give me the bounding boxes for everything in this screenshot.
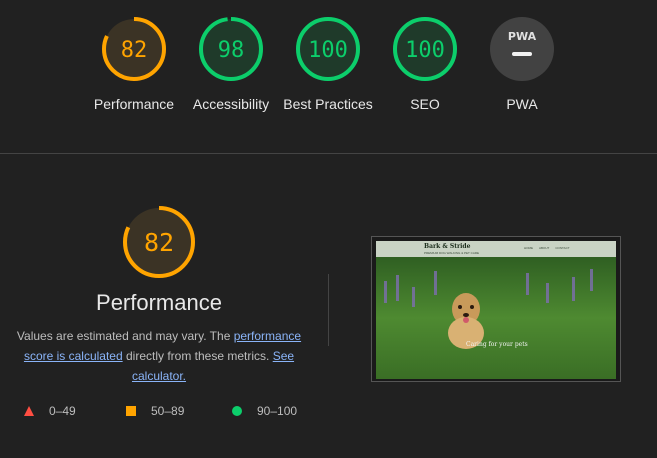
performance-score: 82 bbox=[144, 228, 174, 257]
pwa-badge-text: PWA bbox=[508, 30, 537, 43]
desc-text-2: directly from these metrics. bbox=[122, 349, 273, 363]
gauge-accessibility-ring: 98 bbox=[199, 17, 263, 81]
gauge-accessibility-label: Accessibility bbox=[192, 96, 270, 112]
gauge-seo-ring: 100 bbox=[393, 17, 457, 81]
gauge-seo-label: SEO bbox=[410, 96, 440, 112]
triangle-icon bbox=[24, 406, 34, 416]
screenshot-nav-links: HOME ABOUT CONTACT bbox=[524, 246, 570, 250]
screenshot-caption: Caring for your pets bbox=[466, 341, 528, 348]
gauge-best-practices[interactable]: 100 Best Practices bbox=[283, 16, 373, 114]
gauge-best-practices-label: Best Practices bbox=[283, 96, 373, 112]
meadow-dog-image bbox=[376, 257, 616, 379]
screenshot-image: Bark & Stride PREMIUM DOG WALKING & PET … bbox=[376, 241, 616, 379]
vertical-divider bbox=[328, 274, 329, 346]
performance-gauge: 82 bbox=[123, 206, 195, 278]
performance-title: Performance bbox=[96, 290, 222, 315]
pwa-badge-icon: PWA bbox=[490, 17, 554, 81]
gauge-pwa[interactable]: PWA PWA bbox=[477, 16, 567, 114]
legend-average: 50–89 bbox=[125, 404, 184, 418]
gauge-performance-ring: 82 bbox=[102, 17, 166, 81]
screenshot-navbar: Bark & Stride PREMIUM DOG WALKING & PET … bbox=[376, 241, 616, 257]
performance-section: 82 Performance Values are estimated and … bbox=[0, 154, 657, 458]
gauge-pwa-label: PWA bbox=[506, 96, 538, 112]
gauge-seo-score: 100 bbox=[405, 38, 445, 63]
circle-icon bbox=[232, 406, 242, 416]
legend-pass-range: 90–100 bbox=[257, 404, 298, 418]
gauge-performance-label: Performance bbox=[93, 96, 175, 112]
category-gauges: 82 Performance 98 Accessibility 100 Best… bbox=[0, 0, 657, 154]
gauge-accessibility[interactable]: 98 Accessibility bbox=[186, 16, 276, 114]
screenshot-nav-contact: CONTACT bbox=[555, 246, 570, 250]
gauge-performance-score: 82 bbox=[121, 38, 148, 63]
legend-fail: 0–49 bbox=[23, 404, 76, 418]
performance-description: Values are estimated and may vary. The p… bbox=[14, 326, 304, 386]
gauge-accessibility-score: 98 bbox=[218, 38, 245, 63]
screenshot-tagline: PREMIUM DOG WALKING & PET CARE bbox=[424, 251, 480, 255]
desc-text-1: Values are estimated and may vary. The bbox=[16, 329, 234, 343]
legend-pass: 90–100 bbox=[231, 404, 297, 418]
legend-fail-range: 0–49 bbox=[49, 404, 76, 418]
gauge-best-practices-ring: 100 bbox=[296, 17, 360, 81]
gauge-performance[interactable]: 82 Performance bbox=[89, 16, 179, 114]
screenshot-brand: Bark & Stride bbox=[424, 243, 471, 250]
screenshot-nav-about: ABOUT bbox=[539, 246, 550, 250]
legend-average-range: 50–89 bbox=[151, 404, 185, 418]
gauge-seo[interactable]: 100 SEO bbox=[380, 16, 470, 114]
screenshot-nav-home: HOME bbox=[524, 246, 533, 250]
gauge-best-practices-score: 100 bbox=[308, 38, 348, 63]
square-icon bbox=[126, 406, 136, 416]
pwa-dash-icon bbox=[512, 52, 532, 56]
final-screenshot[interactable]: Bark & Stride PREMIUM DOG WALKING & PET … bbox=[371, 236, 621, 382]
